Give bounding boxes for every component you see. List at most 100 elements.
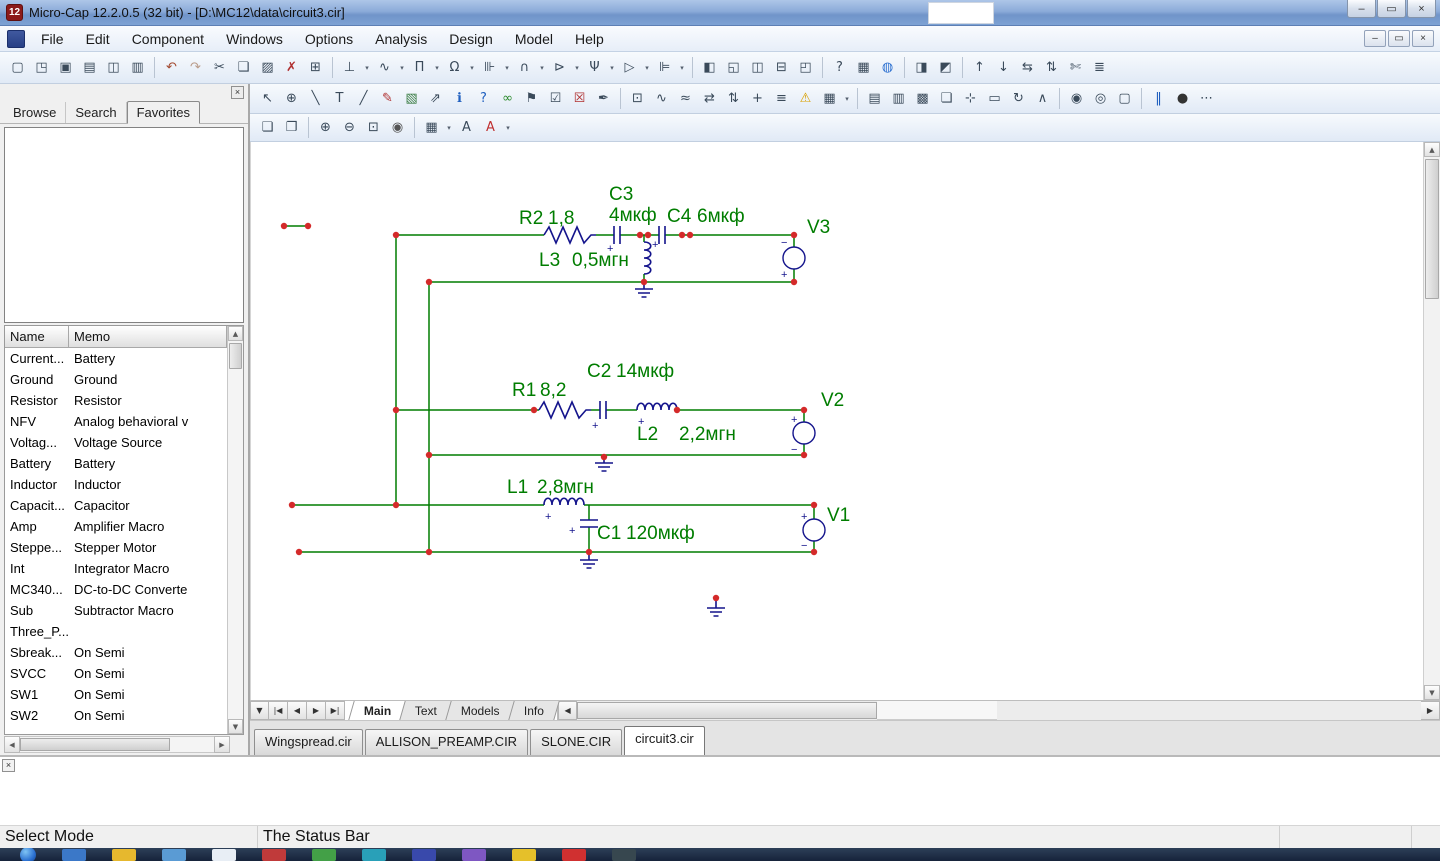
scroll-thumb[interactable] (20, 738, 170, 751)
save-file-button[interactable]: ▣ (54, 56, 77, 79)
component-list-row[interactable]: SVCC On Semi (5, 663, 227, 684)
copy-front-page-button[interactable]: ❏ (256, 116, 279, 139)
copy-button[interactable]: ❏ (232, 56, 255, 79)
scroll-track[interactable] (1424, 157, 1440, 685)
help-topics-button[interactable]: ? (828, 56, 851, 79)
component-list-row[interactable]: Voltag... Voltage Source (5, 432, 227, 453)
line-mode-button[interactable]: ╱ (352, 87, 375, 110)
font-button[interactable]: A (455, 116, 478, 139)
value-c3[interactable]: 4мкф (609, 205, 657, 226)
capacitor-component-button[interactable]: ⊪ (478, 56, 501, 79)
horizontal-tag-button[interactable]: ⇄ (698, 87, 721, 110)
help-mode-button[interactable]: ? (472, 87, 495, 110)
point-tag-button[interactable]: ⊹ (959, 87, 982, 110)
transistor-component-button-dropdown[interactable]: ▾ (607, 56, 617, 79)
label-r2[interactable]: R2 (519, 208, 543, 229)
cut-button[interactable]: ✂ (208, 56, 231, 79)
vertical-tag-button[interactable]: ⇅ (722, 87, 745, 110)
info-page-button[interactable]: ▩ (911, 87, 934, 110)
menu-file[interactable]: File (30, 28, 75, 50)
ground-component-button[interactable]: ⊥ (338, 56, 361, 79)
print-preview-button[interactable]: ◫ (102, 56, 125, 79)
component-list-row[interactable]: Three_P... (5, 621, 227, 642)
new-window-button[interactable]: ◧ (698, 56, 721, 79)
to-back-button[interactable]: ↓ (992, 56, 1015, 79)
paste-button[interactable]: ▨ (256, 56, 279, 79)
cascade-windows-button[interactable]: ◱ (722, 56, 745, 79)
pulse-source-component-button[interactable]: П (408, 56, 431, 79)
label-v2[interactable]: V2 (821, 390, 844, 411)
start-button[interactable] (20, 848, 36, 861)
component-list-row[interactable]: Steppe... Stepper Motor (5, 537, 227, 558)
scale-mode-button[interactable]: ⇗ (424, 87, 447, 110)
component-list-row[interactable]: Int Integrator Macro (5, 558, 227, 579)
scroll-left-icon[interactable]: ◀ (558, 701, 578, 720)
taskbar-app-10[interactable] (512, 849, 536, 861)
tile-horizontal-button[interactable]: ⊟ (770, 56, 793, 79)
taskbar-app-7[interactable] (362, 849, 386, 861)
value-l2[interactable]: 2,2мгн (679, 424, 736, 445)
component-editor-button[interactable]: ◨ (910, 56, 933, 79)
column-header-name[interactable]: Name (5, 326, 69, 348)
component-list-row[interactable]: Sbreak... On Semi (5, 642, 227, 663)
taskbar-app-12[interactable] (612, 849, 636, 861)
taskbar-app-9[interactable] (462, 849, 486, 861)
inductor-component-button[interactable]: ∩ (513, 56, 536, 79)
opamp-component-button-dropdown[interactable]: ▾ (642, 56, 652, 79)
file-tab-wingspread-cir[interactable]: Wingspread.cir (254, 729, 363, 755)
sidebar-tab-favorites[interactable]: Favorites (126, 101, 201, 124)
ground-component-button-dropdown[interactable]: ▾ (362, 56, 372, 79)
copy-visible-page-button[interactable]: ❐ (280, 116, 303, 139)
value-l3[interactable]: 0,5мгн (572, 250, 629, 271)
next-sheet-button[interactable]: ▶ (307, 701, 326, 720)
value-c4[interactable]: 6мкф (697, 206, 745, 227)
source-V2[interactable]: + − (791, 414, 816, 456)
taskbar-app-8[interactable] (412, 849, 436, 861)
source-V1[interactable]: + − (801, 511, 826, 552)
waveform-button[interactable]: ≈ (674, 87, 697, 110)
sheet-tab-models[interactable]: Models (445, 701, 516, 720)
taskbar-app-1[interactable] (62, 849, 86, 861)
component-list-row[interactable]: Ground Ground (5, 369, 227, 390)
component-list-row[interactable]: Amp Amplifier Macro (5, 516, 227, 537)
pencil-mode-button[interactable]: ✎ (376, 87, 399, 110)
mdi-restore-button[interactable]: ▭ (1388, 30, 1410, 47)
split-window-button[interactable]: ◰ (794, 56, 817, 79)
mdi-close-button[interactable]: × (1412, 30, 1434, 47)
flag-mode-button[interactable]: ⚑ (520, 87, 543, 110)
prev-sheet-button[interactable]: ◀ (288, 701, 307, 720)
web-button[interactable]: ◍ (876, 56, 899, 79)
value-l1[interactable]: 2,8мгн (537, 477, 594, 498)
value-c1[interactable]: 120мкф (626, 523, 695, 544)
taskbar-app-5[interactable] (262, 849, 286, 861)
print-button[interactable]: ▥ (126, 56, 149, 79)
enable-region-button[interactable]: ☑ (544, 87, 567, 110)
sine-source-component-button[interactable]: ∿ (373, 56, 396, 79)
taskbar-app-6[interactable] (312, 849, 336, 861)
scroll-right-icon[interactable]: ▶ (214, 736, 230, 753)
value-c2[interactable]: 14мкф (616, 361, 674, 382)
minimize-button[interactable]: – (1347, 0, 1376, 18)
grid-button[interactable]: ▦ (818, 87, 841, 110)
sheet-tab-info[interactable]: Info (508, 701, 560, 720)
resistor-R1[interactable] (538, 400, 591, 420)
capacitor-C1[interactable]: + (569, 519, 598, 537)
scroll-left-icon[interactable]: ◀ (4, 736, 20, 753)
label-c3[interactable]: C3 (609, 184, 633, 205)
label-c2[interactable]: C2 (587, 361, 611, 382)
inductor-L1[interactable]: + (543, 497, 585, 523)
to-front-button[interactable]: ↑ (968, 56, 991, 79)
find-button[interactable]: ◉ (1065, 87, 1088, 110)
color-button-dropdown[interactable]: ▾ (503, 116, 513, 139)
scroll-up-icon[interactable]: ▲ (228, 326, 243, 341)
label-l1[interactable]: L1 (507, 477, 528, 498)
zoom-in-button[interactable]: ⊕ (314, 116, 337, 139)
canvas-horizontal-scrollbar[interactable]: ◀ ▶ (558, 701, 1440, 720)
scroll-thumb[interactable] (229, 343, 242, 369)
open-file-button[interactable]: ◳ (30, 56, 53, 79)
component-list-row[interactable]: MC340... DC-to-DC Converte (5, 579, 227, 600)
probe-button[interactable]: ∿ (650, 87, 673, 110)
menu-windows[interactable]: Windows (215, 28, 294, 50)
scroll-down-icon[interactable]: ▼ (1424, 685, 1440, 700)
battery-component-button-dropdown[interactable]: ▾ (677, 56, 687, 79)
